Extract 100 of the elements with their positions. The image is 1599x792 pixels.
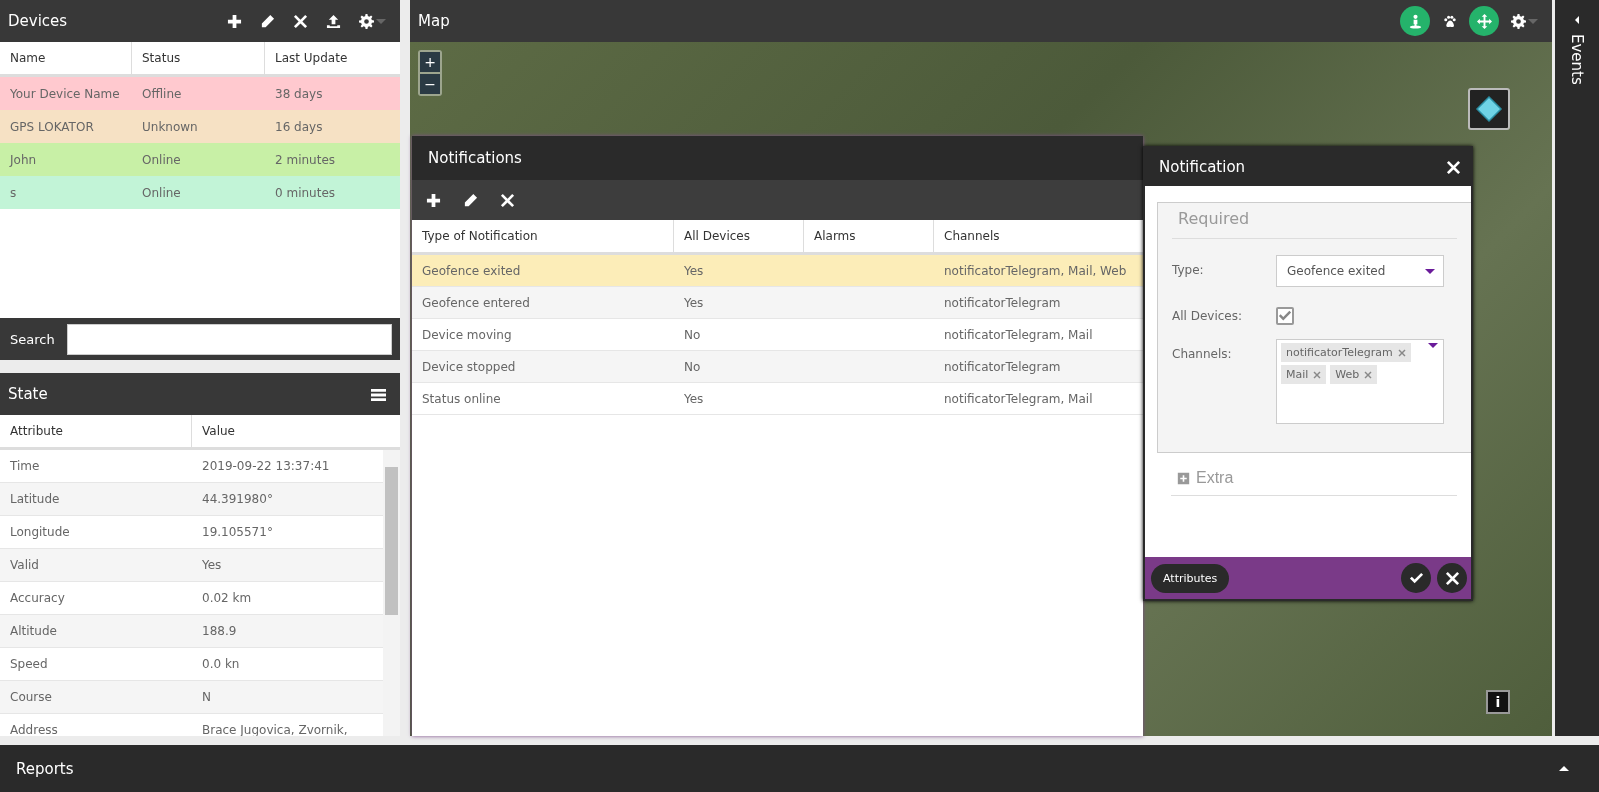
checkbox[interactable]	[1276, 307, 1294, 325]
scrollbar[interactable]	[383, 450, 400, 736]
table-cell-text: 2 minutes	[274, 151, 337, 169]
device-row[interactable]: John Online 2 minutes	[0, 143, 400, 176]
search-label: Search	[10, 331, 55, 347]
channel-tag[interactable]: notificatorTelegram	[1281, 343, 1411, 362]
notification-row[interactable]: Status online Yes notificatorTelegram, Mail	[412, 383, 1143, 415]
dialog-title: Notification	[1159, 158, 1246, 176]
table-cell-text: Status online	[421, 390, 502, 408]
collapse-icon[interactable]	[1575, 16, 1579, 24]
column-header[interactable]: Last Update	[265, 42, 400, 74]
remove-icon[interactable]	[1397, 348, 1406, 357]
notification-row[interactable]: Geofence exited Yes notificatorTelegram, Mail, Web	[412, 255, 1143, 287]
table-cell-text: 0.0 kn	[201, 656, 241, 673]
search-field[interactable]	[66, 323, 392, 355]
check-icon	[1408, 570, 1424, 586]
table-cell-text: Time	[9, 458, 41, 475]
panel-title: State	[8, 385, 48, 403]
layers-icon	[1474, 94, 1504, 124]
column-header[interactable]: Type of Notification	[412, 220, 674, 252]
panel-title[interactable]: Reports	[16, 759, 74, 778]
table-cell-text: Offline	[141, 85, 183, 103]
table-cell-text: Longitude	[9, 524, 71, 541]
layers-button[interactable]	[1468, 88, 1510, 130]
notification-row[interactable]: Geofence entered Yes notificatorTelegram	[412, 287, 1143, 319]
remove-icon[interactable]	[1313, 370, 1322, 379]
field-label: Type:	[1172, 262, 1205, 277]
table-cell-text: Latitude	[9, 491, 61, 508]
table-cell-text: 44.391980°	[201, 491, 274, 508]
caret-icon	[376, 18, 386, 24]
column-header[interactable]: Attribute	[0, 415, 192, 447]
table-cell-text: Your Device Name	[9, 85, 121, 103]
device-row[interactable]: GPS LOKATOR Unknown 16 days	[0, 110, 400, 143]
person-icon	[1407, 13, 1423, 29]
save-button[interactable]	[1401, 563, 1431, 593]
attributes-button[interactable]: Attributes	[1151, 563, 1230, 593]
table-cell-text: Accuracy	[9, 590, 66, 607]
zoom-out-button[interactable]: −	[420, 74, 440, 94]
table-cell-text: 0.02 km	[201, 590, 253, 607]
field-label: Channels:	[1172, 346, 1233, 361]
notification-row[interactable]: Device stopped No notificatorTelegram	[412, 351, 1143, 383]
list-icon	[371, 386, 386, 402]
column-header[interactable]: Value	[192, 415, 400, 447]
table-cell-text: Address	[9, 722, 59, 736]
upload-icon	[326, 13, 341, 29]
table-cell-text: GPS LOKATOR	[9, 118, 95, 136]
table-cell-text: Course	[9, 689, 53, 706]
panel-title[interactable]: Events	[1568, 34, 1586, 85]
plus-icon	[426, 192, 441, 208]
column-header[interactable]: Name	[0, 42, 132, 74]
channel-tag[interactable]: Web	[1330, 365, 1378, 384]
device-row[interactable]: Your Device Name Offline 38 days	[0, 77, 400, 110]
field-label: All Devices:	[1172, 308, 1244, 323]
caret-icon	[1528, 18, 1538, 24]
caret-icon	[1425, 268, 1435, 274]
panel-title: Map	[418, 12, 450, 30]
column-header[interactable]: Alarms	[804, 220, 934, 252]
column-header[interactable]: Status	[132, 42, 265, 74]
table-cell-text: 38 days	[274, 85, 324, 103]
check-icon	[1278, 309, 1292, 323]
table-cell-text: No	[683, 358, 702, 376]
cross-icon	[1444, 570, 1460, 586]
panel-title: Devices	[8, 12, 68, 30]
cross-icon	[293, 13, 308, 29]
table-cell-text: Device stopped	[421, 358, 517, 376]
tag-label: notificatorTelegram	[1286, 346, 1393, 359]
column-header[interactable]: All Devices	[674, 220, 804, 252]
table-cell-text: Speed	[9, 656, 49, 673]
remove-icon[interactable]	[1364, 370, 1373, 379]
info-button[interactable]: i	[1486, 690, 1510, 714]
table-cell-text: Altitude	[9, 623, 58, 640]
follow-button[interactable]	[1469, 6, 1499, 36]
zoom-in-button[interactable]: +	[420, 52, 440, 72]
table-cell-text: notificatorTelegram, Mail	[943, 390, 1094, 408]
table-cell-text: Yes	[201, 557, 223, 574]
device-row[interactable]: s Online 0 minutes	[0, 176, 400, 209]
cross-icon	[500, 192, 515, 208]
plus-icon	[1177, 471, 1190, 485]
caret-icon	[1428, 343, 1438, 348]
type-select[interactable]: Geofence exited	[1276, 255, 1444, 287]
pencil-icon	[463, 192, 478, 208]
table-cell-text: notificatorTelegram	[943, 294, 1062, 312]
tag-label: Mail	[1286, 368, 1309, 381]
column-header[interactable]: Channels	[934, 220, 1143, 252]
table-cell-text: Brace Jugovica, Zvornik,	[201, 722, 349, 736]
expand-icon[interactable]	[1559, 766, 1569, 771]
pencil-icon	[260, 13, 275, 29]
show-device-button[interactable]	[1400, 6, 1430, 36]
table-cell-text: Yes	[683, 262, 705, 280]
table-cell-text: s	[9, 184, 18, 202]
table-cell-text: John	[8, 151, 38, 169]
section-legend: Required	[1178, 209, 1250, 228]
table-cell-text: Yes	[683, 390, 705, 408]
channels-field[interactable]: notificatorTelegram Mail Web	[1276, 339, 1444, 424]
select-value: Geofence exited	[1287, 264, 1386, 278]
table-cell-text: notificatorTelegram, Mail	[943, 326, 1094, 344]
plus-icon	[227, 13, 242, 29]
tag-label: Web	[1335, 368, 1360, 381]
cancel-button[interactable]	[1437, 563, 1467, 593]
channel-tag[interactable]: Mail	[1281, 365, 1327, 384]
